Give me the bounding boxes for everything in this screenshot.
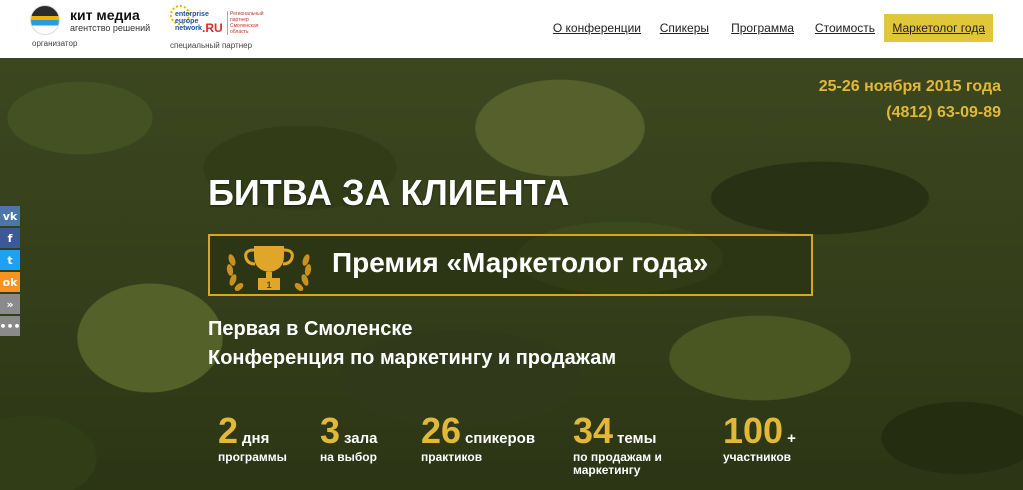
partner-logo[interactable]: enterprise europe network .RU Региональн… (170, 5, 270, 51)
facebook-icon[interactable]: f (0, 228, 20, 248)
share-up-icon[interactable]: » (0, 294, 20, 314)
hero-section: 25-26 ноября 2015 года (4812) 63-09-89 Б… (0, 58, 1023, 490)
partner-caption: специальный партнер (170, 41, 253, 50)
stat-unit: + (787, 430, 796, 447)
partner-logo-side: Региональный партнер Смоленская область (227, 11, 267, 35)
stat-desc: участников (723, 450, 792, 464)
subtitle-conference: Конференция по маркетингу и продажам (208, 347, 617, 369)
stat-unit: зала (344, 430, 378, 447)
stat-desc: на выбор (320, 450, 377, 464)
contact-phone[interactable]: (4812) 63-09-89 (886, 104, 1001, 122)
stat-desc: маркетингу (573, 463, 641, 477)
stat-number: 100 (723, 410, 784, 451)
nav-link-speakers[interactable]: Спикеры (660, 14, 709, 42)
award-text: Премия «Маркетолог года» (332, 247, 709, 278)
stat-halls: 3 зала на выбор (320, 410, 378, 465)
site-header: кит медиа агентство решений организатор … (0, 0, 1023, 58)
stat-desc: практиков (421, 450, 483, 464)
award-banner[interactable]: 1 Премия «Маркетолог года» (208, 234, 813, 296)
trophy-icon: 1 (226, 246, 312, 291)
organizer-tagline: агентство решений (70, 23, 151, 33)
stat-speakers: 26 спикеров практиков (421, 410, 535, 465)
vk-icon[interactable]: vk (0, 206, 20, 226)
organizer-caption: организатор (32, 39, 78, 48)
stat-unit: дня (242, 430, 270, 447)
trophy-number: 1 (266, 280, 271, 290)
event-date: 25-26 ноября 2015 года (818, 78, 1001, 95)
organizer-name: кит медиа (70, 7, 140, 23)
page-title: БИТВА ЗА КЛИЕНТА (208, 172, 570, 213)
stat-number: 3 (320, 410, 341, 451)
nav-link-price[interactable]: Стоимость (815, 14, 875, 42)
nav-link-program[interactable]: Программа (731, 14, 794, 42)
nav-link-marketer-of-year[interactable]: Маркетолог года (884, 14, 993, 42)
stat-days: 2 дня программы (218, 410, 287, 465)
stat-participants: 100 + участников (723, 410, 796, 465)
stat-number: 26 (421, 410, 462, 451)
subtitle-first: Первая в Смоленске (208, 318, 413, 340)
social-share-bar: vk f t ok » ••• (0, 206, 21, 338)
stat-unit: темы (617, 430, 657, 447)
nav-link-about[interactable]: О конференции (553, 14, 641, 42)
stat-number: 34 (573, 410, 614, 451)
stat-desc: программы (218, 450, 287, 464)
more-icon[interactable]: ••• (0, 316, 21, 336)
stat-number: 2 (218, 410, 239, 451)
twitter-icon[interactable]: t (0, 250, 20, 270)
organizer-logo[interactable]: кит медиа агентство решений организатор (30, 5, 160, 48)
odnoklassniki-icon[interactable]: ok (0, 272, 20, 292)
partner-logo-ru: .RU (202, 21, 223, 35)
stat-unit: спикеров (465, 430, 536, 447)
stat-topics: 34 темы по продажам и маркетингу (573, 410, 662, 478)
kit-media-logo-icon (30, 5, 60, 35)
